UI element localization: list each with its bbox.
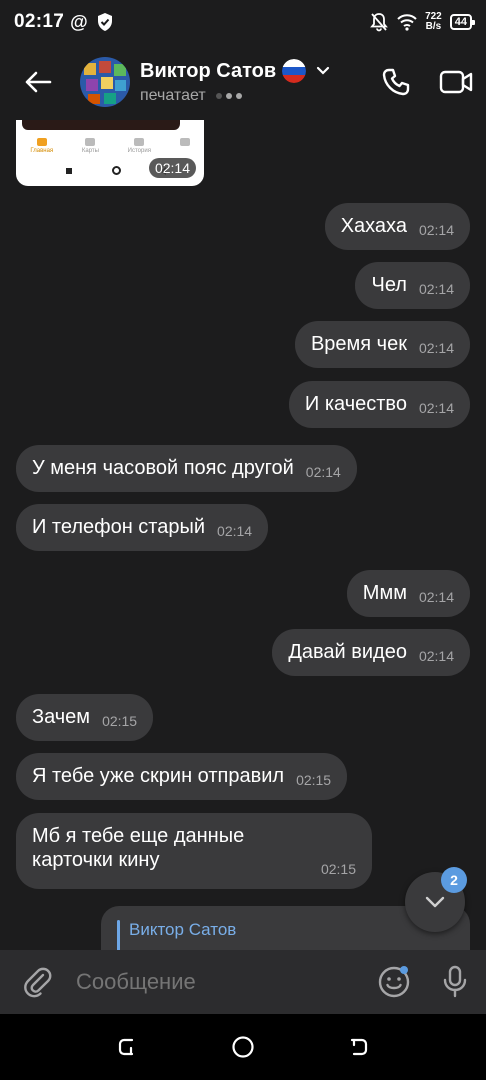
system-nav-bar <box>0 1014 486 1080</box>
message-bubble[interactable]: Чел 02:14 <box>355 262 470 309</box>
back-nav-button[interactable] <box>347 1035 371 1059</box>
message-bubble[interactable]: У меня часовой пояс другой 02:14 <box>16 445 357 492</box>
screenshot-tabs: Главная Карты История <box>16 138 204 154</box>
mute-bell-icon <box>370 13 388 32</box>
message-time: 02:14 <box>418 281 454 297</box>
message-time: 02:14 <box>418 400 454 416</box>
phone-icon <box>382 68 410 96</box>
message-text: И телефон старый <box>32 516 206 538</box>
message-time: 02:14 <box>217 523 253 539</box>
photo-message[interactable]: Главная Карты История 02:14 <box>16 120 204 186</box>
message-time: 02:14 <box>305 464 341 480</box>
home-button[interactable] <box>231 1035 255 1059</box>
message-text: Я тебе уже скрин отправил <box>32 765 285 787</box>
typing-status: печатает <box>140 87 206 104</box>
message-time: 02:15 <box>102 713 138 729</box>
wifi-icon <box>397 14 417 31</box>
message-input-bar <box>0 950 486 1014</box>
call-button[interactable] <box>366 44 426 120</box>
battery-indicator: 44 <box>449 14 476 30</box>
message-text: Чел <box>371 274 407 296</box>
message-time: 02:14 <box>148 158 196 178</box>
screenshot-tab-label: История <box>127 148 151 154</box>
unread-count-badge: 2 <box>441 867 467 893</box>
message-text: Ммм <box>362 582 407 604</box>
status-at-symbol: @ <box>70 11 88 32</box>
screenshot-tab-label: Главная <box>30 148 54 154</box>
back-button[interactable] <box>0 44 76 120</box>
message-input[interactable] <box>76 969 364 995</box>
reply-sender-name: Виктор Сатов <box>129 920 237 939</box>
message-bubble[interactable]: Время чек 02:14 <box>294 321 470 368</box>
screenshot-preview <box>22 120 180 130</box>
contact-name: Виктор Сатов <box>140 59 277 82</box>
emoji-button[interactable] <box>364 950 424 1014</box>
message-bubble[interactable]: Зачем 02:15 <box>16 694 154 741</box>
back-arrow-icon <box>25 71 52 93</box>
message-time: 02:14 <box>418 340 454 356</box>
russia-flag-icon <box>282 59 307 83</box>
message-text: Мб я тебе еще данные карточки кину <box>32 825 245 871</box>
paperclip-icon <box>24 967 52 998</box>
message-bubble[interactable]: И телефон старый 02:14 <box>16 504 269 551</box>
avatar-image <box>80 57 130 107</box>
message-time: 02:14 <box>418 648 454 664</box>
message-bubble[interactable]: Хахаха 02:14 <box>324 203 470 250</box>
voice-message-button[interactable] <box>424 950 486 1014</box>
chevron-down-icon <box>317 66 330 75</box>
notification-dot <box>400 966 408 974</box>
message-text: Время чек <box>310 333 407 355</box>
chevron-down-icon <box>425 896 445 908</box>
reply-accent-bar <box>117 920 120 950</box>
avatar[interactable] <box>80 57 130 107</box>
message-bubble[interactable]: Давай видео 02:14 <box>272 629 470 676</box>
message-time: 02:14 <box>418 589 454 605</box>
contact-info[interactable]: Виктор Сатов печатает <box>140 59 366 105</box>
message-time: 02:15 <box>296 772 332 788</box>
message-bubble[interactable]: И качество 02:14 <box>288 381 470 428</box>
message-text: Зачем <box>32 706 91 728</box>
message-time: 02:15 <box>320 861 356 877</box>
home-circle-icon <box>232 1036 254 1058</box>
message-bubble[interactable]: Я тебе уже скрин отправил 02:15 <box>16 753 348 800</box>
video-call-button[interactable] <box>426 44 486 120</box>
message-text: Давай видео <box>288 641 407 663</box>
status-right-group: 722 B/s 44 <box>369 12 476 32</box>
message-text: У меня часовой пояс другой <box>32 457 294 479</box>
message-bubble[interactable]: Ммм 02:14 <box>346 570 470 617</box>
attach-button[interactable] <box>0 950 76 1014</box>
typing-dots <box>215 93 242 99</box>
message-time: 02:14 <box>418 222 454 238</box>
net-speed: 722 B/s <box>425 12 442 32</box>
recents-icon <box>118 1038 134 1056</box>
message-text: И качество <box>304 393 407 415</box>
message-bubble[interactable]: Мб я тебе еще данные карточки кину 02:15 <box>16 813 372 889</box>
screenshot-tab-label: Карты <box>81 148 99 154</box>
shield-icon <box>97 13 112 31</box>
video-camera-icon <box>439 70 473 94</box>
status-bar: 02:17 @ 722 B/s 44 <box>0 0 486 44</box>
chat-area[interactable]: Главная Карты История 02:14 Хахаха 02:14 … <box>0 120 486 950</box>
status-time: 02:17 <box>14 11 65 32</box>
net-speed-unit: B/s <box>425 21 442 32</box>
back-nav-icon <box>350 1038 368 1056</box>
message-text: Хахаха <box>340 215 407 237</box>
microphone-icon <box>443 965 467 998</box>
recents-button[interactable] <box>115 1035 139 1059</box>
chat-header: Виктор Сатов печатает <box>0 44 486 120</box>
